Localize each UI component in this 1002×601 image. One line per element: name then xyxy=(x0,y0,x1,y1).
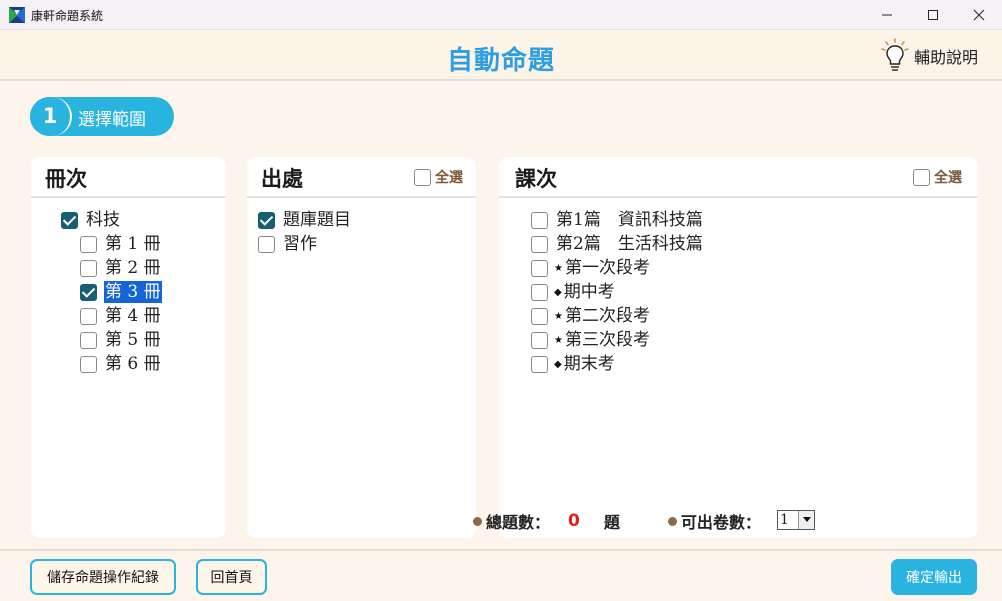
lessons-panel-header: 課次 全選 xyxy=(499,157,978,198)
volumes-panel: 冊次 科技 第 1 冊 第 2 冊 第 3 冊 第 4 冊 第 5 冊 第 6 … xyxy=(31,157,226,538)
confirm-output-button[interactable]: 確定輸出 xyxy=(891,559,977,595)
sources-select-all[interactable]: 全選 xyxy=(414,167,463,187)
papers-label: 可出卷數： xyxy=(680,513,761,532)
volume-item-6[interactable]: 第 6 冊 xyxy=(80,352,162,376)
checkbox[interactable] xyxy=(531,331,548,349)
select-all-checkbox[interactable] xyxy=(414,168,431,186)
lesson-item-1[interactable]: 第1篇 資訊科技篇 xyxy=(531,208,704,232)
step-label: 選擇範圍 xyxy=(78,110,146,130)
page-header: 自動命題 輔助說明 xyxy=(0,30,1002,81)
total-count: 0 xyxy=(568,511,580,531)
help-button[interactable]: 輔助說明 xyxy=(880,38,978,74)
lesson-label: 第二次段考 xyxy=(564,306,650,326)
lightbulb-icon xyxy=(881,38,909,71)
volume-root-label: 科技 xyxy=(86,210,120,230)
bullet-icon xyxy=(473,516,482,526)
total-label: 總題數： xyxy=(486,513,551,532)
volume-label: 第 2 冊 xyxy=(105,258,161,278)
lesson-label: 第2篇 生活科技篇 xyxy=(556,234,703,254)
volume-item-2[interactable]: 第 2 冊 xyxy=(80,256,162,280)
step-indicator: 1 選擇範圍 xyxy=(30,97,174,136)
star-icon: ★ xyxy=(554,334,563,346)
checkbox[interactable] xyxy=(531,211,548,229)
maximize-icon xyxy=(928,10,938,20)
lessons-select-all[interactable]: 全選 xyxy=(913,167,962,187)
volume-item-4[interactable]: 第 4 冊 xyxy=(80,304,162,328)
summary-bar: 總題數： 0 題 可出卷數： xyxy=(473,510,761,532)
help-label: 輔助說明 xyxy=(914,48,979,67)
close-button[interactable] xyxy=(956,0,1002,30)
sources-title: 出處 xyxy=(261,167,303,191)
home-button[interactable]: 回首頁 xyxy=(196,559,267,595)
star-icon: ★ xyxy=(554,262,563,274)
lesson-item-2[interactable]: 第2篇 生活科技篇 xyxy=(531,232,704,256)
volume-label: 第 6 冊 xyxy=(105,354,161,374)
checkbox[interactable] xyxy=(61,211,78,229)
checkbox[interactable] xyxy=(531,259,548,277)
close-icon xyxy=(973,9,985,21)
volume-label: 第 5 冊 xyxy=(105,330,161,350)
source-item-workbook[interactable]: 習作 xyxy=(258,232,318,256)
select-all-label: 全選 xyxy=(435,170,463,186)
checkbox[interactable] xyxy=(531,307,548,325)
lessons-panel: 課次 全選 第1篇 資訊科技篇 第2篇 生活科技篇 ★ 第一次段考 ◆ 期中考 … xyxy=(499,157,978,538)
volume-label: 第 4 冊 xyxy=(105,306,161,326)
total-unit: 題 xyxy=(603,513,620,532)
minimize-icon xyxy=(882,14,892,16)
source-item-bank[interactable]: 題庫題目 xyxy=(258,208,352,232)
lesson-label: 期中考 xyxy=(563,282,615,302)
save-log-button[interactable]: 儲存命題操作紀錄 xyxy=(30,559,176,595)
volume-root-科技[interactable]: 科技 xyxy=(61,208,121,232)
checkbox[interactable] xyxy=(258,211,275,229)
title-bar: 康軒命題系統 xyxy=(0,0,1002,30)
lessons-title: 課次 xyxy=(515,167,557,191)
dropdown-arrow-icon[interactable] xyxy=(798,511,814,529)
papers-select[interactable]: 1 xyxy=(777,510,815,530)
volume-item-3[interactable]: 第 3 冊 xyxy=(80,280,162,304)
sources-panel-header: 出處 全選 xyxy=(247,157,476,198)
checkbox[interactable] xyxy=(80,331,97,349)
lesson-item-4[interactable]: ◆ 期中考 xyxy=(531,280,616,304)
select-all-label: 全選 xyxy=(934,170,962,186)
volumes-title: 冊次 xyxy=(45,167,87,191)
lesson-item-6[interactable]: ★ 第三次段考 xyxy=(531,328,651,352)
checkbox[interactable] xyxy=(80,259,97,277)
star-icon: ★ xyxy=(554,310,563,322)
lesson-label: 第1篇 資訊科技篇 xyxy=(556,210,703,230)
select-all-checkbox[interactable] xyxy=(913,168,930,186)
checkbox[interactable] xyxy=(80,355,97,373)
volume-item-5[interactable]: 第 5 冊 xyxy=(80,328,162,352)
volumes-panel-header: 冊次 xyxy=(31,157,226,198)
diamond-icon: ◆ xyxy=(554,286,562,298)
window-title: 康軒命題系統 xyxy=(31,9,104,23)
checkbox[interactable] xyxy=(80,307,97,325)
lesson-item-5[interactable]: ★ 第二次段考 xyxy=(531,304,651,328)
lesson-item-7[interactable]: ◆ 期末考 xyxy=(531,352,616,376)
step-number: 1 xyxy=(30,97,72,136)
sources-panel: 出處 全選 題庫題目 習作 xyxy=(247,157,476,538)
maximize-button[interactable] xyxy=(910,0,956,30)
volume-label: 第 3 冊 xyxy=(104,281,162,303)
page-title: 自動命題 xyxy=(446,46,555,76)
checkbox[interactable] xyxy=(80,235,97,253)
checkbox[interactable] xyxy=(531,283,548,301)
checkbox[interactable] xyxy=(531,355,548,373)
lesson-label: 第三次段考 xyxy=(564,330,650,350)
volume-label: 第 1 冊 xyxy=(105,234,161,254)
diamond-icon: ◆ xyxy=(554,358,562,370)
lesson-label: 第一次段考 xyxy=(564,258,650,278)
bullet-icon xyxy=(667,516,677,526)
papers-select-value: 1 xyxy=(780,512,789,528)
checkbox[interactable] xyxy=(258,235,275,253)
source-label: 習作 xyxy=(283,234,317,254)
checkbox[interactable] xyxy=(80,283,97,301)
lesson-label: 期末考 xyxy=(563,354,615,374)
app-logo-icon xyxy=(9,7,25,23)
minimize-button[interactable] xyxy=(864,0,910,30)
lesson-item-3[interactable]: ★ 第一次段考 xyxy=(531,256,651,280)
footer-bar: 儲存命題操作紀錄 回首頁 確定輸出 xyxy=(0,549,1002,601)
source-label: 題庫題目 xyxy=(283,210,351,230)
volume-item-1[interactable]: 第 1 冊 xyxy=(80,232,162,256)
checkbox[interactable] xyxy=(531,235,548,253)
